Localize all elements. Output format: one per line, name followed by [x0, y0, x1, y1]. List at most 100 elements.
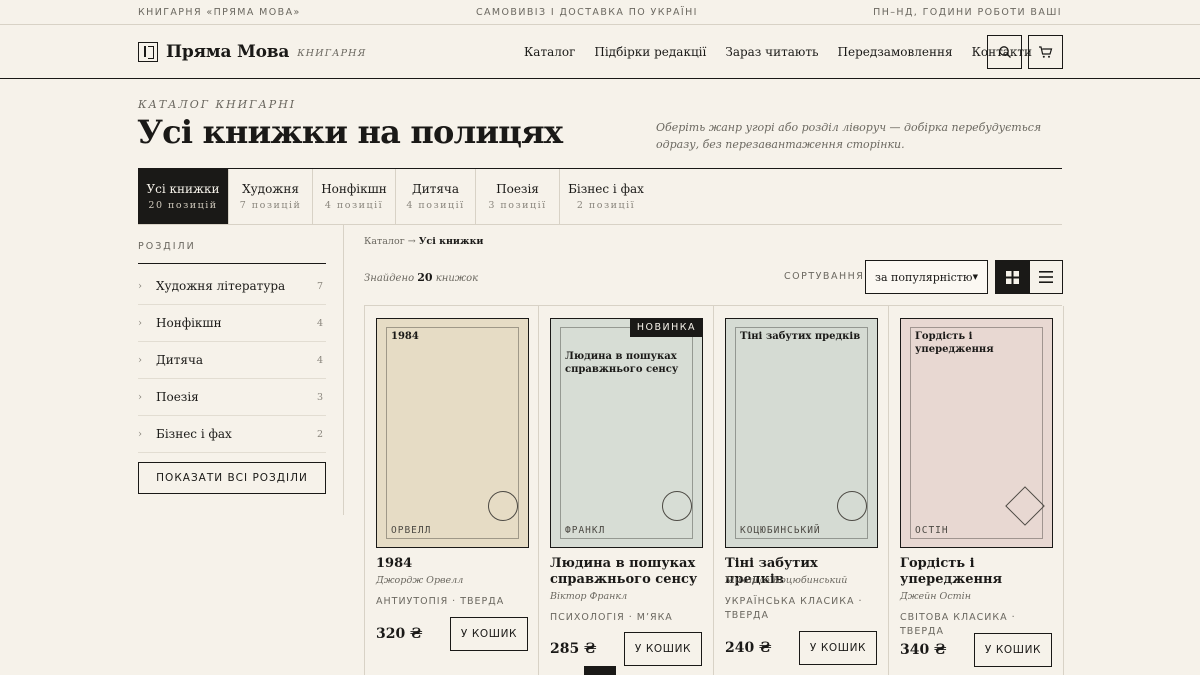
site-header: Пряма Мова КНИГАРНЯ Каталог Підбірки ред… — [0, 25, 1200, 79]
store-name-caption: КНИГАРНЯ «ПРЯМА МОВА» — [138, 6, 301, 18]
sidebar-title: РОЗДІЛИ — [138, 241, 196, 252]
tab-all-books[interactable]: Усі книжки 20 позицій — [138, 169, 229, 224]
nav-preorders[interactable]: Передзамовлення — [838, 45, 953, 59]
book-cover[interactable]: Тіні забутих предків КОЦЮБИНСЬКИЙ — [725, 318, 878, 548]
tab-kids[interactable]: Дитяча 4 позиції — [396, 169, 476, 224]
chevron-right-icon: › — [138, 354, 142, 366]
cover-title: Тіні забутих предків — [740, 331, 861, 342]
logo-subtitle: КНИГАРНЯ — [297, 48, 367, 59]
add-to-cart-button[interactable]: У КОШИК — [624, 632, 702, 666]
sidebar-item-count: 2 — [316, 428, 323, 440]
sidebar-item-kids[interactable]: › Дитяча 4 — [138, 342, 326, 379]
tab-count: 3 позиції — [488, 200, 547, 211]
tab-label: Поезія — [496, 182, 539, 196]
top-info-bar: КНИГАРНЯ «ПРЯМА МОВА» САМОВИВІЗ І ДОСТАВ… — [0, 0, 1200, 25]
sidebar-item-business[interactable]: › Бізнес і фах 2 — [138, 416, 326, 453]
circle-ornament-icon — [837, 491, 867, 521]
cart-icon — [1039, 46, 1053, 58]
main-nav: Каталог Підбірки редакції Зараз читають … — [524, 25, 1032, 79]
results-count: Знайдено 20 книжок — [364, 271, 478, 284]
sidebar-item-count: 7 — [316, 280, 323, 292]
cover-author: ФРАНКЛ — [565, 525, 606, 536]
tab-fiction[interactable]: Художня 7 позицій — [229, 169, 313, 224]
chevron-right-icon: › — [138, 317, 142, 329]
results-prefix: Знайдено — [364, 273, 415, 284]
breadcrumb-catalog[interactable]: Каталог — [364, 236, 405, 247]
show-all-sections-button[interactable]: ПОКАЗАТИ ВСІ РОЗДІЛИ — [138, 462, 326, 494]
cover-author: ОРВЕЛЛ — [391, 525, 432, 536]
sidebar-item-poetry[interactable]: › Поезія 3 — [138, 379, 326, 416]
product-author: Віктор Франкл — [550, 591, 628, 602]
product-title[interactable]: 1984 — [376, 556, 531, 572]
sort-select[interactable]: за популярністю ▼ — [865, 260, 988, 294]
product-meta: ПСИХОЛОГІЯ · М’ЯКА — [550, 612, 673, 623]
nav-editor-picks[interactable]: Підбірки редакції — [594, 45, 706, 59]
list-view-icon — [1038, 271, 1053, 283]
page-hint: Оберіть жанр угорі або розділ ліворуч — … — [656, 121, 1042, 151]
add-to-cart-button[interactable]: У КОШИК — [799, 631, 877, 665]
tab-nonfiction[interactable]: Нонфікшн 4 позиції — [313, 169, 396, 224]
cover-author: ОСТІН — [915, 525, 949, 536]
product-meta: АНТИУТОПІЯ · ТВЕРДА — [376, 596, 505, 607]
results-suffix: книжок — [435, 273, 479, 284]
logo-name: Пряма Мова — [166, 41, 290, 62]
product-price: 240 ₴ — [725, 640, 772, 656]
add-to-cart-button[interactable]: У КОШИК — [974, 633, 1052, 667]
tab-label: Бізнес і фах — [568, 182, 644, 196]
sidebar-item-label: Художня література — [156, 279, 286, 293]
page-title: Усі книжки на полицях — [137, 113, 563, 151]
sidebar-item-count: 3 — [316, 391, 323, 403]
cover-author: КОЦЮБИНСЬКИЙ — [740, 525, 821, 536]
tab-business[interactable]: Бізнес і фах 2 позиції — [560, 169, 652, 224]
product-price: 320 ₴ — [376, 626, 423, 642]
tab-poetry[interactable]: Поезія 3 позиції — [476, 169, 560, 224]
tab-label: Нонфікшн — [321, 182, 387, 196]
add-to-cart-button[interactable]: У КОШИК — [450, 617, 528, 651]
product-title[interactable]: Людина в пошуках справжнього сенсу — [550, 556, 705, 588]
nav-now-reading[interactable]: Зараз читають — [725, 45, 818, 59]
breadcrumb: Каталог → Усі книжки — [364, 236, 483, 247]
cart-button[interactable] — [1028, 35, 1063, 69]
book-cover[interactable]: Людина в пошуках справжнього сенсу ФРАНК… — [550, 318, 703, 548]
grid-view-button[interactable] — [995, 260, 1030, 294]
search-button[interactable] — [987, 35, 1022, 69]
chevron-right-icon: › — [138, 280, 142, 292]
list-view-button[interactable] — [1028, 260, 1063, 294]
product-card[interactable]: 1984 ОРВЕЛЛ 1984 Джордж Орвелл АНТИУТОПІ… — [364, 306, 539, 675]
divider — [343, 225, 344, 515]
sidebar-item-fiction[interactable]: › Художня література 7 — [138, 268, 326, 305]
tab-label: Художня — [242, 182, 299, 196]
tab-count: 20 позицій — [148, 200, 218, 211]
breadcrumb-separator: → — [407, 236, 416, 247]
sidebar-item-label: Дитяча — [156, 353, 204, 367]
tab-label: Дитяча — [411, 182, 460, 196]
tab-count: 2 позиції — [576, 200, 636, 211]
book-cover[interactable]: Гордість і упередження ОСТІН — [900, 318, 1053, 548]
product-title[interactable]: Гордість і упередження — [900, 556, 1055, 588]
product-price: 340 ₴ — [900, 642, 947, 658]
sidebar-item-count: 4 — [316, 317, 323, 329]
product-author: Джейн Остін — [900, 591, 971, 602]
product-meta: УКРАЇНСЬКА КЛАСИКА · ТВЕРДА — [725, 596, 863, 621]
chevron-right-icon: › — [138, 391, 142, 403]
delivery-caption: САМОВИВІЗ І ДОСТАВКА ПО УКРАЇНІ — [476, 6, 698, 18]
nav-catalog[interactable]: Каталог — [524, 45, 575, 59]
cover-title: 1984 — [391, 331, 419, 342]
cover-title: Людина в пошуках справжнього сенсу — [565, 351, 679, 375]
book-mark-icon — [138, 41, 158, 62]
product-card[interactable]: Людина в пошуках справжнього сенсу ФРАНК… — [539, 306, 714, 675]
genre-tabs: Усі книжки 20 позицій Художня 7 позицій … — [138, 169, 652, 224]
product-card[interactable]: Гордість і упередження ОСТІН Гордість і … — [889, 306, 1064, 675]
search-icon — [998, 46, 1011, 58]
chevron-right-icon: › — [138, 428, 142, 440]
circle-ornament-icon — [488, 491, 518, 521]
divider — [138, 263, 326, 264]
product-card[interactable]: Тіні забутих предків КОЦЮБИНСЬКИЙ Тіні з… — [714, 306, 889, 675]
sort-value: за популярністю — [875, 270, 973, 284]
logo-link[interactable]: Пряма Мова КНИГАРНЯ — [138, 41, 367, 62]
book-cover[interactable]: 1984 ОРВЕЛЛ — [376, 318, 529, 548]
scroll-indicator[interactable] — [584, 666, 616, 675]
divider — [138, 224, 1062, 225]
tab-count: 4 позиції — [324, 200, 384, 211]
sidebar-item-nonfiction[interactable]: › Нонфікшн 4 — [138, 305, 326, 342]
